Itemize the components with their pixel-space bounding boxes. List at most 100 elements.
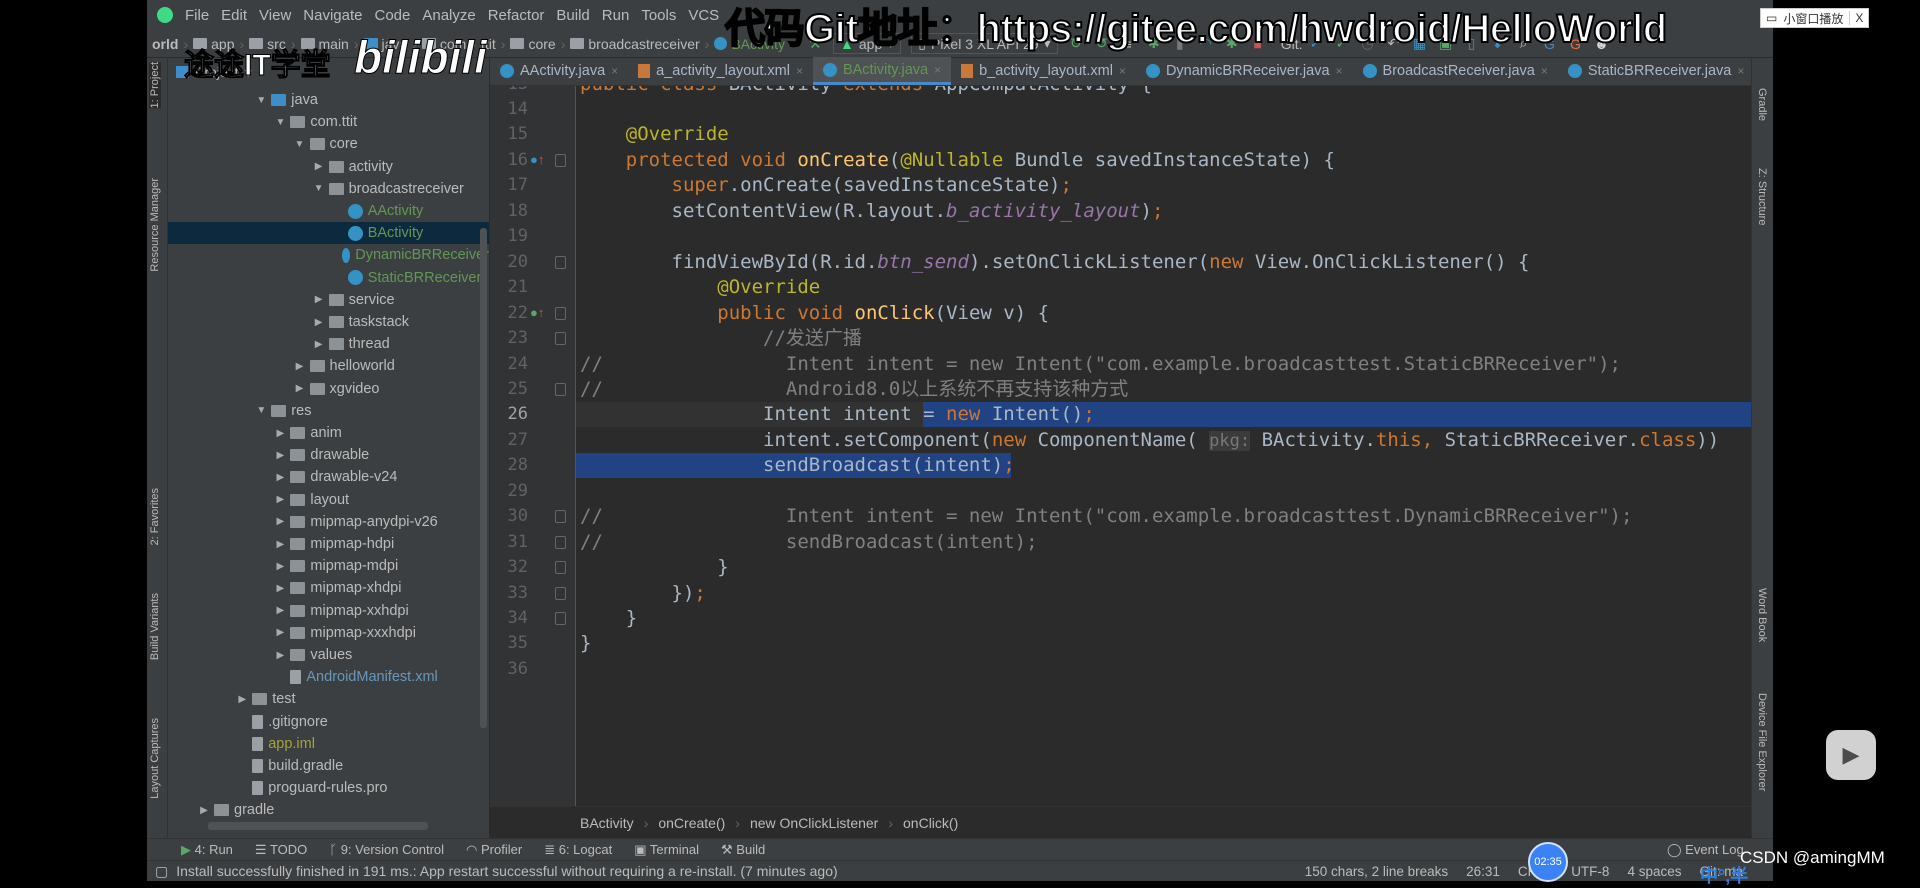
expand-right-icon[interactable]: ▶ bbox=[274, 561, 286, 572]
tree-item[interactable]: DynamicBRReceiver bbox=[168, 244, 489, 266]
tree-item[interactable]: ▶ service bbox=[168, 289, 489, 311]
tree-item[interactable]: proguard-rules.pro bbox=[168, 777, 489, 799]
tree-item[interactable]: ▼ java bbox=[168, 89, 489, 111]
fold-icon[interactable] bbox=[555, 382, 566, 396]
tree-item[interactable]: ▶ mipmap-xxhdpi bbox=[168, 600, 489, 622]
menu-run[interactable]: Run bbox=[602, 7, 630, 24]
tool-todo[interactable]: ☰ TODO bbox=[255, 842, 307, 858]
editor-crumb-listener[interactable]: new OnClickListener bbox=[750, 815, 878, 831]
tool-project[interactable]: 1: Project bbox=[149, 62, 161, 109]
expand-right-icon[interactable]: ▶ bbox=[274, 516, 286, 527]
tool-layout-captures[interactable]: Layout Captures bbox=[149, 718, 161, 799]
expand-right-icon[interactable]: ▶ bbox=[274, 494, 286, 505]
fold-icon[interactable] bbox=[555, 255, 566, 269]
code-line[interactable] bbox=[576, 224, 1751, 249]
close-tab-icon[interactable]: × bbox=[1541, 64, 1548, 78]
close-tab-icon[interactable]: × bbox=[1119, 64, 1126, 78]
tree-item[interactable]: ▶ values bbox=[168, 644, 489, 666]
code-line[interactable]: //发送广播 bbox=[576, 326, 1751, 351]
close-tab-icon[interactable]: × bbox=[1737, 64, 1744, 78]
menu-build[interactable]: Build bbox=[556, 7, 589, 24]
code-line[interactable]: @Override bbox=[576, 275, 1751, 300]
override-marker-icon[interactable]: ●↑ bbox=[530, 305, 544, 320]
tool-build-variants[interactable]: Build Variants bbox=[149, 593, 161, 660]
editor-crumb-onclick[interactable]: onClick() bbox=[903, 815, 958, 831]
tree-item[interactable]: ▶ anim bbox=[168, 422, 489, 444]
expand-right-icon[interactable]: ▶ bbox=[313, 161, 325, 172]
code-line[interactable]: // Android8.0以上系统不再支持该种方式 bbox=[576, 377, 1751, 402]
code-line[interactable]: } bbox=[576, 631, 1751, 656]
menu-analyze[interactable]: Analyze bbox=[422, 7, 475, 24]
menu-refactor[interactable]: Refactor bbox=[488, 7, 545, 24]
tree-item[interactable]: AndroidManifest.xml bbox=[168, 666, 489, 688]
tool-structure[interactable]: Z: Structure bbox=[1756, 168, 1768, 225]
expand-right-icon[interactable]: ▶ bbox=[274, 450, 286, 461]
code-line[interactable]: setContentView(R.layout.b_activity_layou… bbox=[576, 199, 1751, 224]
menu-navigate[interactable]: Navigate bbox=[303, 7, 362, 24]
code-area[interactable]: public class BActivity extends AppCompat… bbox=[576, 86, 1751, 806]
tool-device-file-explorer[interactable]: Device File Explorer bbox=[1756, 693, 1768, 791]
code-line[interactable]: protected void onCreate(@Nullable Bundle… bbox=[576, 148, 1751, 173]
expand-down-icon[interactable]: ▼ bbox=[294, 139, 306, 150]
breadcrumb-core[interactable]: core bbox=[505, 36, 560, 52]
tree-item[interactable]: ▶ helloworld bbox=[168, 355, 489, 377]
expand-right-icon[interactable]: ▶ bbox=[274, 428, 286, 439]
tree-item[interactable]: app.iml bbox=[168, 733, 489, 755]
code-line[interactable]: super.onCreate(savedInstanceState); bbox=[576, 173, 1751, 198]
expand-right-icon[interactable]: ▶ bbox=[274, 583, 286, 594]
expand-right-icon[interactable]: ▶ bbox=[198, 805, 210, 816]
code-line[interactable]: // Intent intent = new Intent("com.examp… bbox=[576, 504, 1751, 529]
tree-item[interactable]: ▶ mipmap-anydpi-v26 bbox=[168, 511, 489, 533]
editor-tab[interactable]: StaticBRReceiver.java × bbox=[1558, 57, 1754, 85]
editor-tab[interactable]: BroadcastReceiver.java × bbox=[1353, 57, 1558, 85]
menu-code[interactable]: Code bbox=[374, 7, 410, 24]
tool-event-log[interactable]: ◯ Event Log bbox=[1667, 842, 1744, 858]
editor-tab[interactable]: BActivity.java × bbox=[812, 57, 952, 85]
tree-horizontal-scrollbar[interactable] bbox=[208, 822, 428, 830]
editor-tab[interactable]: AActivity.java × bbox=[490, 57, 628, 85]
menu-view[interactable]: View bbox=[259, 7, 291, 24]
pip-close-button[interactable]: X bbox=[1849, 11, 1863, 25]
override-marker-icon[interactable]: ●↑ bbox=[530, 152, 544, 167]
tool-gradle[interactable]: Gradle bbox=[1756, 88, 1768, 121]
fold-icon[interactable] bbox=[555, 535, 566, 549]
fold-icon[interactable] bbox=[555, 561, 566, 575]
expand-down-icon[interactable]: ▼ bbox=[255, 405, 267, 416]
tree-item[interactable]: ▼ com.ttit bbox=[168, 111, 489, 133]
expand-right-icon[interactable]: ▶ bbox=[274, 650, 286, 661]
code-line[interactable]: sendBroadcast(intent); bbox=[576, 453, 1751, 478]
editor-tab[interactable]: b_activity_layout.xml × bbox=[951, 57, 1136, 85]
tool-terminal[interactable]: ▣ Terminal bbox=[634, 842, 699, 858]
tree-item[interactable]: ▶ drawable bbox=[168, 444, 489, 466]
close-tab-icon[interactable]: × bbox=[1336, 64, 1343, 78]
tree-item[interactable]: ▼ res bbox=[168, 400, 489, 422]
caret-position[interactable]: 26:31 bbox=[1466, 864, 1500, 879]
expand-right-icon[interactable]: ▶ bbox=[274, 605, 286, 616]
tree-item[interactable]: ▶ taskstack bbox=[168, 311, 489, 333]
fold-icon[interactable] bbox=[555, 510, 566, 524]
expand-right-icon[interactable]: ▶ bbox=[313, 294, 325, 305]
tree-vertical-scrollbar[interactable] bbox=[480, 228, 487, 728]
expand-right-icon[interactable]: ▶ bbox=[313, 317, 325, 328]
fold-icon[interactable] bbox=[555, 332, 566, 346]
video-play-button[interactable]: ▶ bbox=[1826, 730, 1876, 780]
close-tab-icon[interactable]: × bbox=[934, 63, 941, 77]
status-panel-icon[interactable]: ▢ bbox=[155, 863, 168, 880]
tree-item[interactable]: BActivity bbox=[168, 222, 489, 245]
code-line[interactable] bbox=[576, 97, 1751, 122]
code-line[interactable]: public void onClick(View v) { bbox=[576, 301, 1751, 326]
menu-edit[interactable]: Edit bbox=[221, 7, 247, 24]
tool-profiler[interactable]: ◠ Profiler bbox=[466, 842, 522, 858]
editor-tab[interactable]: a_activity_layout.xml × bbox=[628, 57, 813, 85]
expand-down-icon[interactable]: ▼ bbox=[274, 117, 286, 128]
tree-item[interactable]: .gitignore bbox=[168, 711, 489, 733]
tool-resource-manager[interactable]: Resource Manager bbox=[149, 178, 161, 272]
tree-item[interactable]: ▶ mipmap-xxxhdpi bbox=[168, 622, 489, 644]
code-line[interactable] bbox=[576, 479, 1751, 504]
menu-tools[interactable]: Tools bbox=[641, 7, 676, 24]
expand-down-icon[interactable]: ▼ bbox=[313, 183, 325, 194]
pip-mode-button[interactable]: ▭ 小窗口播放 X bbox=[1760, 8, 1870, 28]
tree-item[interactable]: ▶ test bbox=[168, 688, 489, 710]
indent-setting[interactable]: 4 spaces bbox=[1627, 864, 1681, 879]
expand-down-icon[interactable]: ▼ bbox=[255, 95, 267, 106]
